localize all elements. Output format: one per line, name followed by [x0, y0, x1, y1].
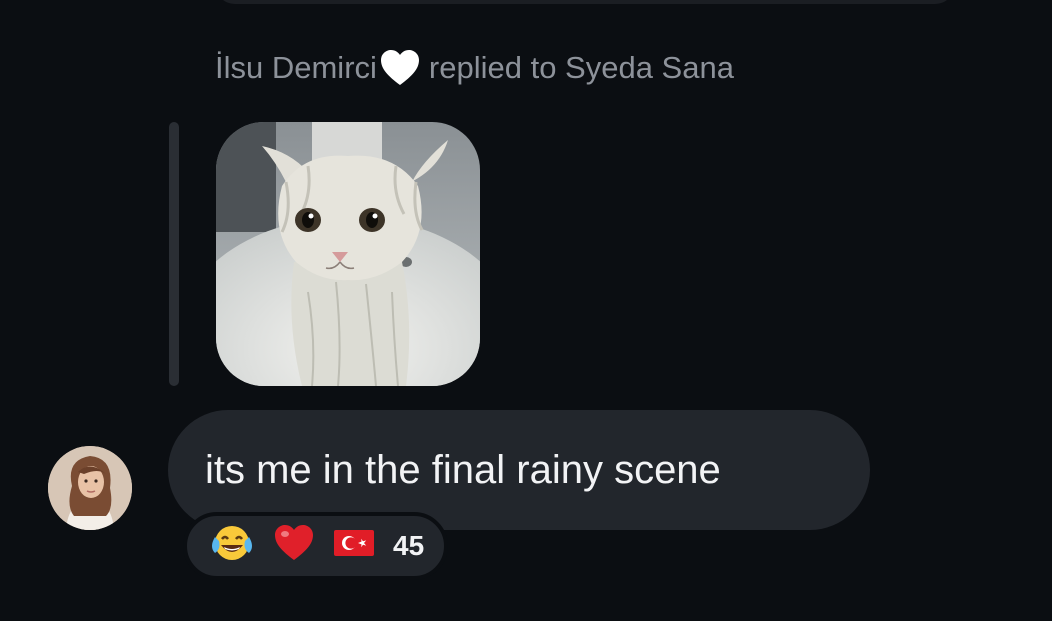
reply-sender-name: İlsu Demirci: [215, 50, 377, 85]
white-heart-icon: [379, 48, 421, 88]
message-thread: İlsu Demirci replied to Syeda Sana its m…: [0, 0, 1052, 621]
sender-avatar[interactable]: [48, 446, 132, 530]
profile-photo-avatar-icon: [48, 446, 132, 530]
message-text: its me in the final rainy scene: [205, 447, 721, 492]
reply-action-text: replied to Syeda Sana: [428, 50, 734, 85]
previous-message-bubble[interactable]: [215, 0, 955, 4]
reactions-bar[interactable]: 45: [183, 512, 449, 580]
tears-of-joy-emoji-icon: [209, 523, 255, 570]
reply-indicator-line: [169, 122, 179, 386]
red-heart-emoji-icon: [273, 523, 315, 570]
wet-kitten-photo-icon: [216, 122, 480, 386]
reaction-count: 45: [393, 530, 425, 561]
turkey-flag-emoji-icon: [333, 528, 375, 565]
reply-header: İlsu Demirci replied to Syeda Sana: [215, 46, 734, 90]
replied-image-thumbnail[interactable]: [216, 122, 480, 386]
